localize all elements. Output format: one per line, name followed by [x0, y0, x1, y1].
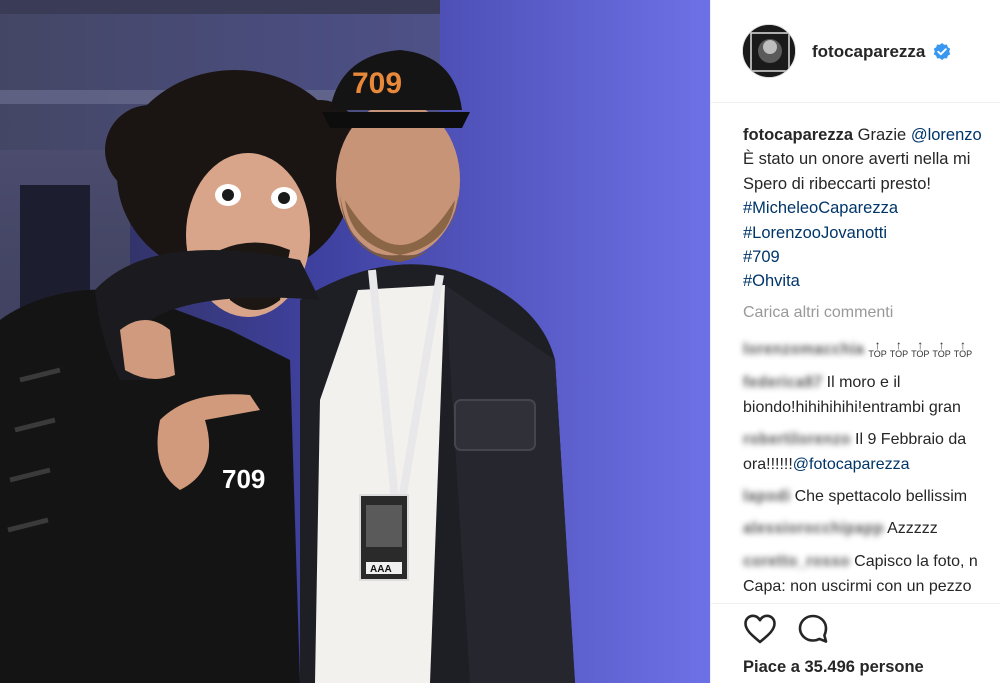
top-arrow-icon: ↑ TOP [889, 338, 909, 360]
top-arrow-icon: ↑ TOP [868, 338, 887, 360]
caption-first-line: fotocaparezza Grazie @lorenzo [743, 123, 1000, 147]
comment-username[interactable]: alessiorocchipapp [743, 520, 884, 537]
comment-text: Capa: non uscirmi con un pezzo [743, 577, 972, 595]
comment-username[interactable]: lapodi [743, 488, 790, 505]
instagram-post: 709 709 AAA fotocaparezza fotocaparezza … [0, 0, 1000, 683]
top-arrow-icon: ↑ TOP [953, 338, 973, 360]
comment-text: Che spettacolo bellissim [794, 488, 968, 505]
load-more-comments-link[interactable]: Carica altri commenti [743, 304, 893, 322]
post-header: fotocaparezza [711, 0, 1000, 103]
hashtag-link[interactable]: #709 [743, 245, 1000, 269]
caption-line-3: Spero di ribeccarti presto! [743, 174, 932, 193]
top-arrow-icon: ↑ TOP [911, 338, 930, 360]
verified-badge-icon [933, 43, 951, 60]
comment-item: coretto_rosso Capisco la foto, n Capa: n… [743, 550, 1000, 599]
hashtag-link[interactable]: #MicheleoCaparezza [743, 196, 1000, 220]
comment-text: biondo!hihihihihi!entrambi gran [743, 398, 961, 416]
caption-line-2: È stato un onore averti nella mi [743, 150, 971, 169]
author-username[interactable]: fotocaparezza [812, 42, 925, 62]
post-photo[interactable]: 709 709 AAA [0, 0, 710, 683]
hashtag-link[interactable]: #LorenzooJovanotti [743, 221, 1000, 245]
caption-mention[interactable]: @lorenzo [911, 126, 982, 144]
shirt-logo-text: 709 [222, 464, 265, 494]
comment-item: lorenzomacchia ↑ TOP ↑ TOP ↑ TOP ↑ TOP ↑ TOP [743, 338, 1000, 362]
photo-illustration: 709 709 AAA [0, 0, 710, 683]
comment-username[interactable]: lorenzomacchia [743, 341, 864, 358]
comment-item: federica87 Il moro e il biondo!hihihihih… [743, 371, 1000, 420]
post-side-panel: fotocaparezza fotocaparezza Grazie @lore… [710, 0, 1000, 683]
comment-item: alessiorocchipapp Azzzzz [743, 517, 1000, 541]
post-actions: Piace a 35.496 persone [711, 603, 1000, 683]
caption-text: Grazie [857, 126, 907, 144]
avatar[interactable] [742, 24, 796, 78]
top-arrow-icon: ↑ TOP [932, 338, 951, 360]
comment-text: ora!!!!!! [743, 455, 793, 473]
top-emoji-row: ↑ TOP ↑ TOP ↑ TOP ↑ TOP ↑ TOP [868, 338, 975, 360]
speech-bubble-icon[interactable] [797, 613, 829, 645]
comment-text: Il moro e il [826, 374, 901, 391]
avatar-image [743, 25, 795, 77]
badge-text: AAA [370, 564, 392, 575]
comment-text: Il 9 Febbraio da [855, 431, 967, 448]
comment-item: robertilorenzo Il 9 Febbraio da ora!!!!!… [743, 428, 1000, 477]
comment-item: lapodi Che spettacolo bellissim [743, 485, 1000, 509]
comment-text: Azzzzz [887, 520, 938, 537]
comment-username[interactable]: robertilorenzo [743, 431, 851, 448]
post-caption: fotocaparezza Grazie @lorenzo È stato un… [743, 123, 1000, 294]
comment-username[interactable]: coretto_rosso [743, 553, 850, 570]
likes-count[interactable]: Piace a 35.496 persone [743, 658, 924, 677]
comment-mention[interactable]: @fotocaparezza [793, 456, 910, 473]
comment-text: Capisco la foto, n [854, 553, 978, 570]
heart-outline-icon[interactable] [743, 613, 777, 645]
caption-username[interactable]: fotocaparezza [743, 126, 853, 144]
cap-logo-text: 709 [352, 67, 402, 100]
comment-username[interactable]: federica87 [743, 374, 822, 391]
hashtag-link[interactable]: #Ohvita [743, 269, 1000, 293]
